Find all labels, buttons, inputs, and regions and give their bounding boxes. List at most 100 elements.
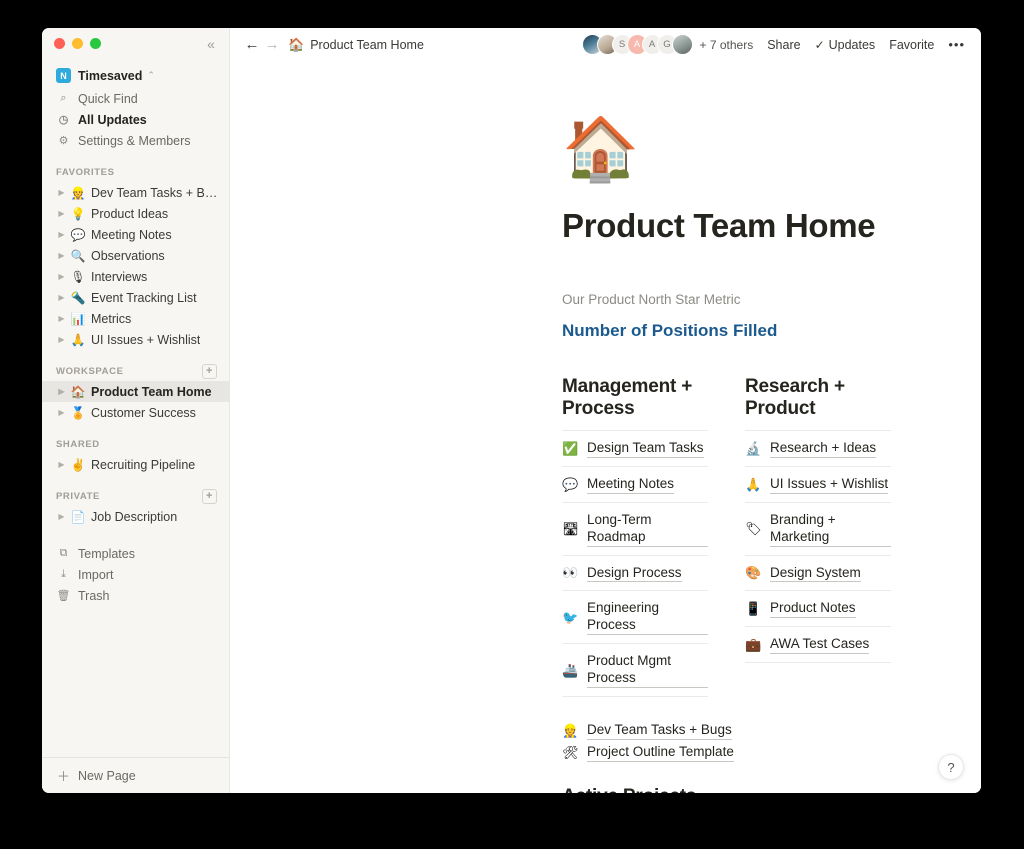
page-link-branding-marketing[interactable]: 🏷 Branding + Marketing xyxy=(745,501,891,555)
chevron-right-icon[interactable]: ▶ xyxy=(56,408,67,417)
main-area: ← → 🏠 Product Team Home S A A G + 7 othe… xyxy=(230,28,981,793)
templates-icon: ⧉ xyxy=(59,547,68,559)
sidebar-page-dev-team-tasks-bugs[interactable]: ▶ 👷 Dev Team Tasks + Bugs xyxy=(42,182,229,203)
chevron-right-icon[interactable]: ▶ xyxy=(56,335,67,344)
breadcrumb-label: Product Team Home xyxy=(310,37,424,52)
sidebar-item-label: Quick Find xyxy=(78,91,138,106)
sidebar-page-label: Product Team Home xyxy=(91,384,212,399)
chevron-right-icon[interactable]: ▶ xyxy=(56,188,67,197)
page-emoji-icon: 🏠 xyxy=(70,384,86,399)
avatar[interactable] xyxy=(671,34,693,55)
sidebar-item-templates[interactable]: ⧉ Templates xyxy=(42,543,229,564)
page-emoji-icon: 🏅 xyxy=(70,405,86,420)
page-emoji-icon: 👷 xyxy=(70,185,86,200)
page-emoji-icon[interactable]: 🏠 xyxy=(562,119,891,181)
sidebar-page-label: Product Ideas xyxy=(91,206,169,221)
close-window-button[interactable] xyxy=(54,37,65,49)
page-link-product-notes[interactable]: 📱 Product Notes xyxy=(745,590,891,626)
sidebar-page-product-team-home[interactable]: ▶ 🏠 Product Team Home xyxy=(42,381,229,402)
favorite-button[interactable]: Favorite xyxy=(889,38,934,52)
back-button[interactable]: ← xyxy=(242,35,262,55)
new-page-button[interactable]: ＋ New Page xyxy=(42,757,229,793)
sidebar-page-ui-issues-wishlist[interactable]: ▶ 🙏 UI Issues + Wishlist xyxy=(42,329,229,350)
chevron-right-icon[interactable]: ▶ xyxy=(56,209,67,218)
link-emoji-icon: 🎨 xyxy=(745,565,762,581)
collapse-sidebar-icon[interactable]: « xyxy=(202,35,220,53)
search-icon: ⌕ xyxy=(60,92,67,104)
sidebar-page-metrics[interactable]: ▶ 📊 Metrics xyxy=(42,308,229,329)
breadcrumb[interactable]: 🏠 Product Team Home xyxy=(288,37,424,53)
page-link-label: Engineering Process xyxy=(587,600,708,636)
sidebar-item-all-updates[interactable]: ◷ All Updates xyxy=(42,109,229,130)
updates-button[interactable]: ✓ Updates xyxy=(815,38,876,52)
page-link-label: Dev Team Tasks + Bugs xyxy=(587,722,732,740)
forward-button[interactable]: → xyxy=(262,35,282,55)
sidebar-page-label: Job Description xyxy=(91,509,178,524)
help-button[interactable]: ? xyxy=(938,754,964,780)
link-emoji-icon: 🔬 xyxy=(745,440,762,456)
chevron-right-icon[interactable]: ▶ xyxy=(56,387,67,396)
page-link-meeting-notes[interactable]: 💬 Meeting Notes xyxy=(562,465,708,502)
page-link-design-process[interactable]: 👀 Design Process xyxy=(562,554,708,591)
page-link-ui-issues-wishlist[interactable]: 🙏 UI Issues + Wishlist xyxy=(745,465,891,502)
page-title[interactable]: Product Team Home xyxy=(562,207,891,245)
maximize-window-button[interactable] xyxy=(90,37,101,49)
page-link-label: Design Process xyxy=(587,565,682,583)
link-emoji-icon: 🛠 xyxy=(562,744,579,760)
sidebar-page-label: Event Tracking List xyxy=(91,290,197,305)
page-link-label: Research + Ideas xyxy=(770,440,877,458)
sidebar-item-label: Templates xyxy=(78,546,135,561)
chevron-right-icon[interactable]: ▶ xyxy=(56,272,67,281)
column-heading: Research + Product xyxy=(745,376,845,419)
north-star-metric-link[interactable]: Number of Positions Filled xyxy=(562,321,777,341)
minimize-window-button[interactable] xyxy=(72,37,83,49)
sidebar-page-job-description[interactable]: ▶ 📄 Job Description xyxy=(42,506,229,527)
page-link-product-mgmt-process[interactable]: 🚢 Product Mgmt Process xyxy=(562,643,708,697)
page-emoji-icon: 💡 xyxy=(70,206,86,221)
sidebar-item-settings-members[interactable]: ⚙ Settings & Members xyxy=(42,130,229,151)
add-private-page-button[interactable]: + xyxy=(202,488,217,504)
page-link-research-ideas[interactable]: 🔬 Research + Ideas xyxy=(745,430,891,466)
sidebar-page-recruiting-pipeline[interactable]: ▶ ✌️ Recruiting Pipeline xyxy=(42,454,229,475)
active-projects-heading: Active Projects xyxy=(562,786,891,793)
sidebar-item-trash[interactable]: 🗑 Trash xyxy=(42,585,229,606)
add-workspace-page-button[interactable]: + xyxy=(202,363,217,379)
chevron-right-icon[interactable]: ▶ xyxy=(56,251,67,260)
page-link-dev-team-tasks-bugs[interactable]: 👷 Dev Team Tasks + Bugs xyxy=(562,720,891,742)
sidebar-item-import[interactable]: ⤓ Import xyxy=(42,564,229,585)
chevron-right-icon[interactable]: ▶ xyxy=(56,512,67,521)
page-link-engineering-process[interactable]: 🐦 Engineering Process xyxy=(562,590,708,643)
chevron-right-icon[interactable]: ▶ xyxy=(56,460,67,469)
more-options-icon[interactable]: ••• xyxy=(948,37,965,52)
page-emoji-icon: 📄 xyxy=(70,509,86,524)
chevron-right-icon[interactable]: ▶ xyxy=(56,230,67,239)
page-link-design-system[interactable]: 🎨 Design System xyxy=(745,554,891,591)
workspace-logo-icon: N xyxy=(56,68,71,83)
sidebar-page-observations[interactable]: ▶ 🔍 Observations xyxy=(42,245,229,266)
page-link-awa-test-cases[interactable]: 💼 AWA Test Cases xyxy=(745,626,891,664)
sidebar-page-interviews[interactable]: ▶ 🎙 Interviews xyxy=(42,266,229,287)
workspace-switcher[interactable]: N Timesaved ⌃ xyxy=(42,63,229,88)
sidebar-item-label: Trash xyxy=(78,588,110,603)
page-link-project-outline-template[interactable]: 🛠 Project Outline Template xyxy=(562,742,891,764)
sidebar-item-quick-find[interactable]: ⌕ Quick Find xyxy=(42,88,229,109)
sidebar-page-event-tracking-list[interactable]: ▶ 🔦 Event Tracking List xyxy=(42,287,229,308)
link-emoji-icon: 🐦 xyxy=(562,609,579,625)
page-link-design-team-tasks[interactable]: ✅ Design Team Tasks xyxy=(562,430,708,466)
share-button[interactable]: Share xyxy=(767,38,800,52)
chevron-right-icon[interactable]: ▶ xyxy=(56,293,67,302)
page-link-label: AWA Test Cases xyxy=(770,636,870,655)
link-emoji-icon: 🙏 xyxy=(745,476,762,492)
other-collaborators-label[interactable]: + 7 others xyxy=(700,38,754,52)
topbar: ← → 🏠 Product Team Home S A A G + 7 othe… xyxy=(230,28,981,61)
section-header-workspace: WORKSPACE + xyxy=(42,363,229,379)
sidebar-page-label: UI Issues + Wishlist xyxy=(91,332,201,347)
page-link-long-term-roadmap[interactable]: 🛣 Long-Term Roadmap xyxy=(562,501,708,555)
page-link-label: Branding + Marketing xyxy=(770,512,891,547)
sidebar-page-customer-success[interactable]: ▶ 🏅 Customer Success xyxy=(42,402,229,423)
sidebar-page-product-ideas[interactable]: ▶ 💡 Product Ideas xyxy=(42,203,229,224)
sidebar-page-meeting-notes[interactable]: ▶ 💬 Meeting Notes xyxy=(42,224,229,245)
breadcrumb-emoji-icon: 🏠 xyxy=(288,36,305,52)
chevron-right-icon[interactable]: ▶ xyxy=(56,314,67,323)
page-link-label: Product Mgmt Process xyxy=(587,653,708,688)
